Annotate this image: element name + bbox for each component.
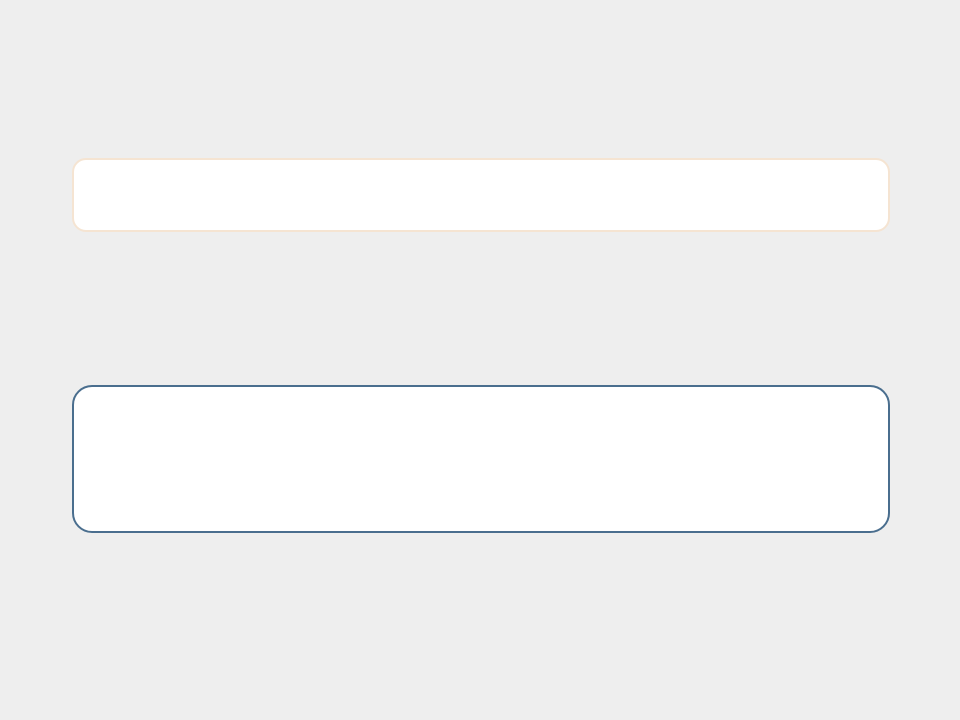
bottom-rounded-box	[72, 385, 890, 533]
top-rounded-box	[72, 158, 890, 232]
